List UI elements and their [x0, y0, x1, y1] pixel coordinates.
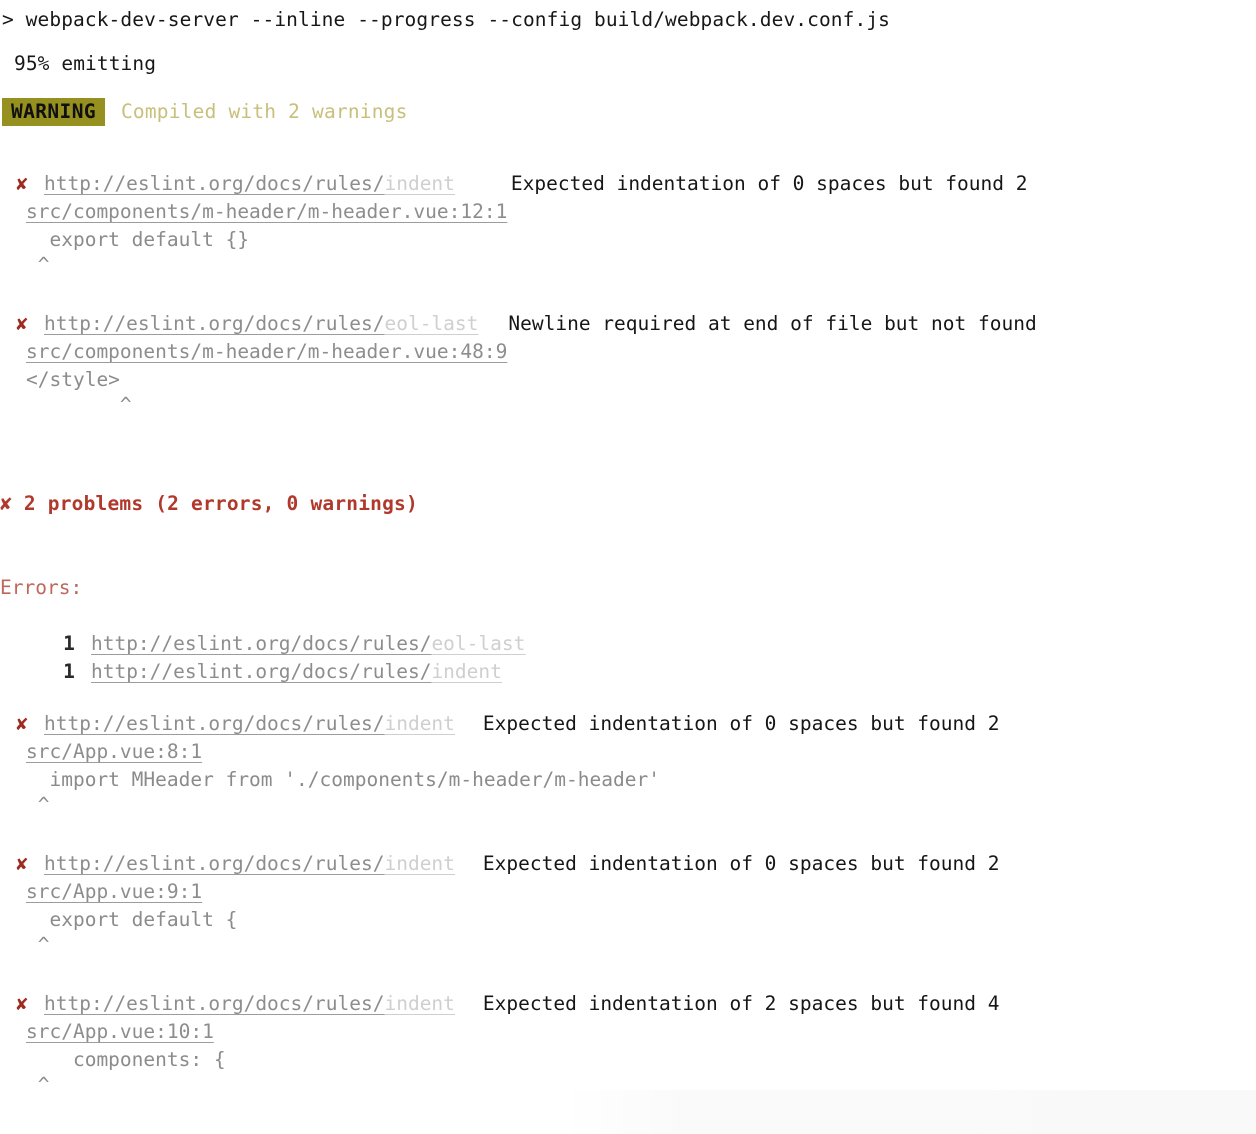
rule-url-base: http://eslint.org/docs/rules/ [44, 172, 385, 195]
rule-name: eol-last [431, 632, 526, 655]
rule-url-base: http://eslint.org/docs/rules/ [44, 992, 385, 1015]
problem-block: ✘ http://eslint.org/docs/rules/indent Ex… [0, 850, 1256, 958]
rule-name: indent [384, 172, 455, 195]
problem-file[interactable]: src/components/m-header/m-header.vue:48:… [0, 338, 1256, 366]
warning-message: Compiled with 2 warnings [120, 100, 408, 123]
rule-url-base: http://eslint.org/docs/rules/ [44, 712, 385, 735]
rule-url-base: http://eslint.org/docs/rules/ [44, 312, 385, 335]
rule-doc-link[interactable]: http://eslint.org/docs/rules/eol-last [44, 310, 478, 338]
rule-url-base: http://eslint.org/docs/rules/ [90, 632, 432, 655]
rule-name: indent [384, 712, 455, 735]
problem-block: ✘ http://eslint.org/docs/rules/indent Ex… [0, 710, 1256, 818]
problem-message: Expected indentation of 0 spaces but fou… [482, 852, 1000, 875]
file-path: src/App.vue:10:1 [26, 1020, 214, 1043]
problem-code: export default { [26, 908, 238, 931]
error-count: 1 [63, 632, 75, 655]
error-mark-icon: ✘ [16, 173, 28, 195]
caret-marker-icon: ^ [26, 793, 50, 816]
problem-header: ✘ http://eslint.org/docs/rules/indent Ex… [0, 170, 1256, 198]
error-mark-icon: ✘ [16, 853, 28, 875]
caret-marker-icon: ^ [26, 253, 50, 276]
file-path: src/components/m-header/m-header.vue:12:… [26, 200, 508, 223]
problem-file[interactable]: src/App.vue:9:1 [0, 878, 1256, 906]
terminal-output: > webpack-dev-server --inline --progress… [0, 0, 1256, 1134]
problem-code: export default {} [26, 228, 250, 251]
caret-marker-icon: ^ [26, 393, 132, 416]
problem-message: Expected indentation of 0 spaces but fou… [510, 172, 1028, 195]
rule-doc-link[interactable]: http://eslint.org/docs/rules/indent [44, 170, 455, 198]
rule-name: eol-last [384, 312, 479, 335]
error-mark-icon: ✘ [16, 313, 28, 335]
rule-doc-link[interactable]: http://eslint.org/docs/rules/indent [44, 990, 455, 1018]
problem-message: Expected indentation of 0 spaces but fou… [482, 712, 1000, 735]
rule-doc-link[interactable]: http://eslint.org/docs/rules/indent [44, 710, 455, 738]
rule-name: indent [384, 852, 455, 875]
problem-header: ✘ http://eslint.org/docs/rules/indent Ex… [0, 990, 1256, 1018]
error-count: 1 [63, 660, 75, 683]
file-path: src/App.vue:8:1 [26, 740, 203, 763]
rule-name: indent [384, 992, 455, 1015]
file-path: src/components/m-header/m-header.vue:48:… [26, 340, 508, 363]
error-mark-icon: ✘ [16, 993, 28, 1015]
error-mark-icon: ✘ [16, 713, 28, 735]
caret-marker-icon: ^ [26, 1073, 50, 1096]
rule-url-base: http://eslint.org/docs/rules/ [90, 660, 432, 683]
warning-banner: WARNING Compiled with 2 warnings [0, 98, 1256, 126]
problem-message: Expected indentation of 2 spaces but fou… [482, 992, 1000, 1015]
problem-summary: ✘ 2 problems (2 errors, 0 warnings) [0, 492, 418, 515]
problem-code: import MHeader from './components/m-head… [26, 768, 660, 791]
rule-name: indent [431, 660, 502, 683]
command-line: > webpack-dev-server --inline --progress… [2, 8, 890, 31]
file-path: src/App.vue:9:1 [26, 880, 203, 903]
rule-doc-link[interactable]: http://eslint.org/docs/rules/eol-last [91, 632, 525, 655]
problem-file[interactable]: src/App.vue:10:1 [0, 1018, 1256, 1046]
problem-file[interactable]: src/App.vue:8:1 [0, 738, 1256, 766]
warning-badge: WARNING [2, 98, 105, 126]
problem-code: </style> [26, 368, 120, 391]
problem-block: ✘ http://eslint.org/docs/rules/indent Ex… [0, 990, 1256, 1098]
problem-block: ✘ http://eslint.org/docs/rules/eol-last … [0, 310, 1256, 418]
progress-line: 95% emitting [14, 52, 157, 75]
error-summary-row: 1 http://eslint.org/docs/rules/eol-last [0, 602, 1256, 655]
problem-message: Newline required at end of file but not … [508, 312, 1037, 335]
rule-doc-link[interactable]: http://eslint.org/docs/rules/indent [91, 660, 502, 683]
problem-header: ✘ http://eslint.org/docs/rules/eol-last … [0, 310, 1256, 338]
problem-code: components: { [26, 1048, 226, 1071]
rule-doc-link[interactable]: http://eslint.org/docs/rules/indent [44, 850, 455, 878]
caret-marker-icon: ^ [26, 933, 50, 956]
rule-url-base: http://eslint.org/docs/rules/ [44, 852, 385, 875]
problem-header: ✘ http://eslint.org/docs/rules/indent Ex… [0, 850, 1256, 878]
errors-heading: Errors: [0, 576, 83, 599]
problem-block: ✘ http://eslint.org/docs/rules/indent Ex… [0, 170, 1256, 278]
problem-file[interactable]: src/components/m-header/m-header.vue:12:… [0, 198, 1256, 226]
problem-header: ✘ http://eslint.org/docs/rules/indent Ex… [0, 710, 1256, 738]
